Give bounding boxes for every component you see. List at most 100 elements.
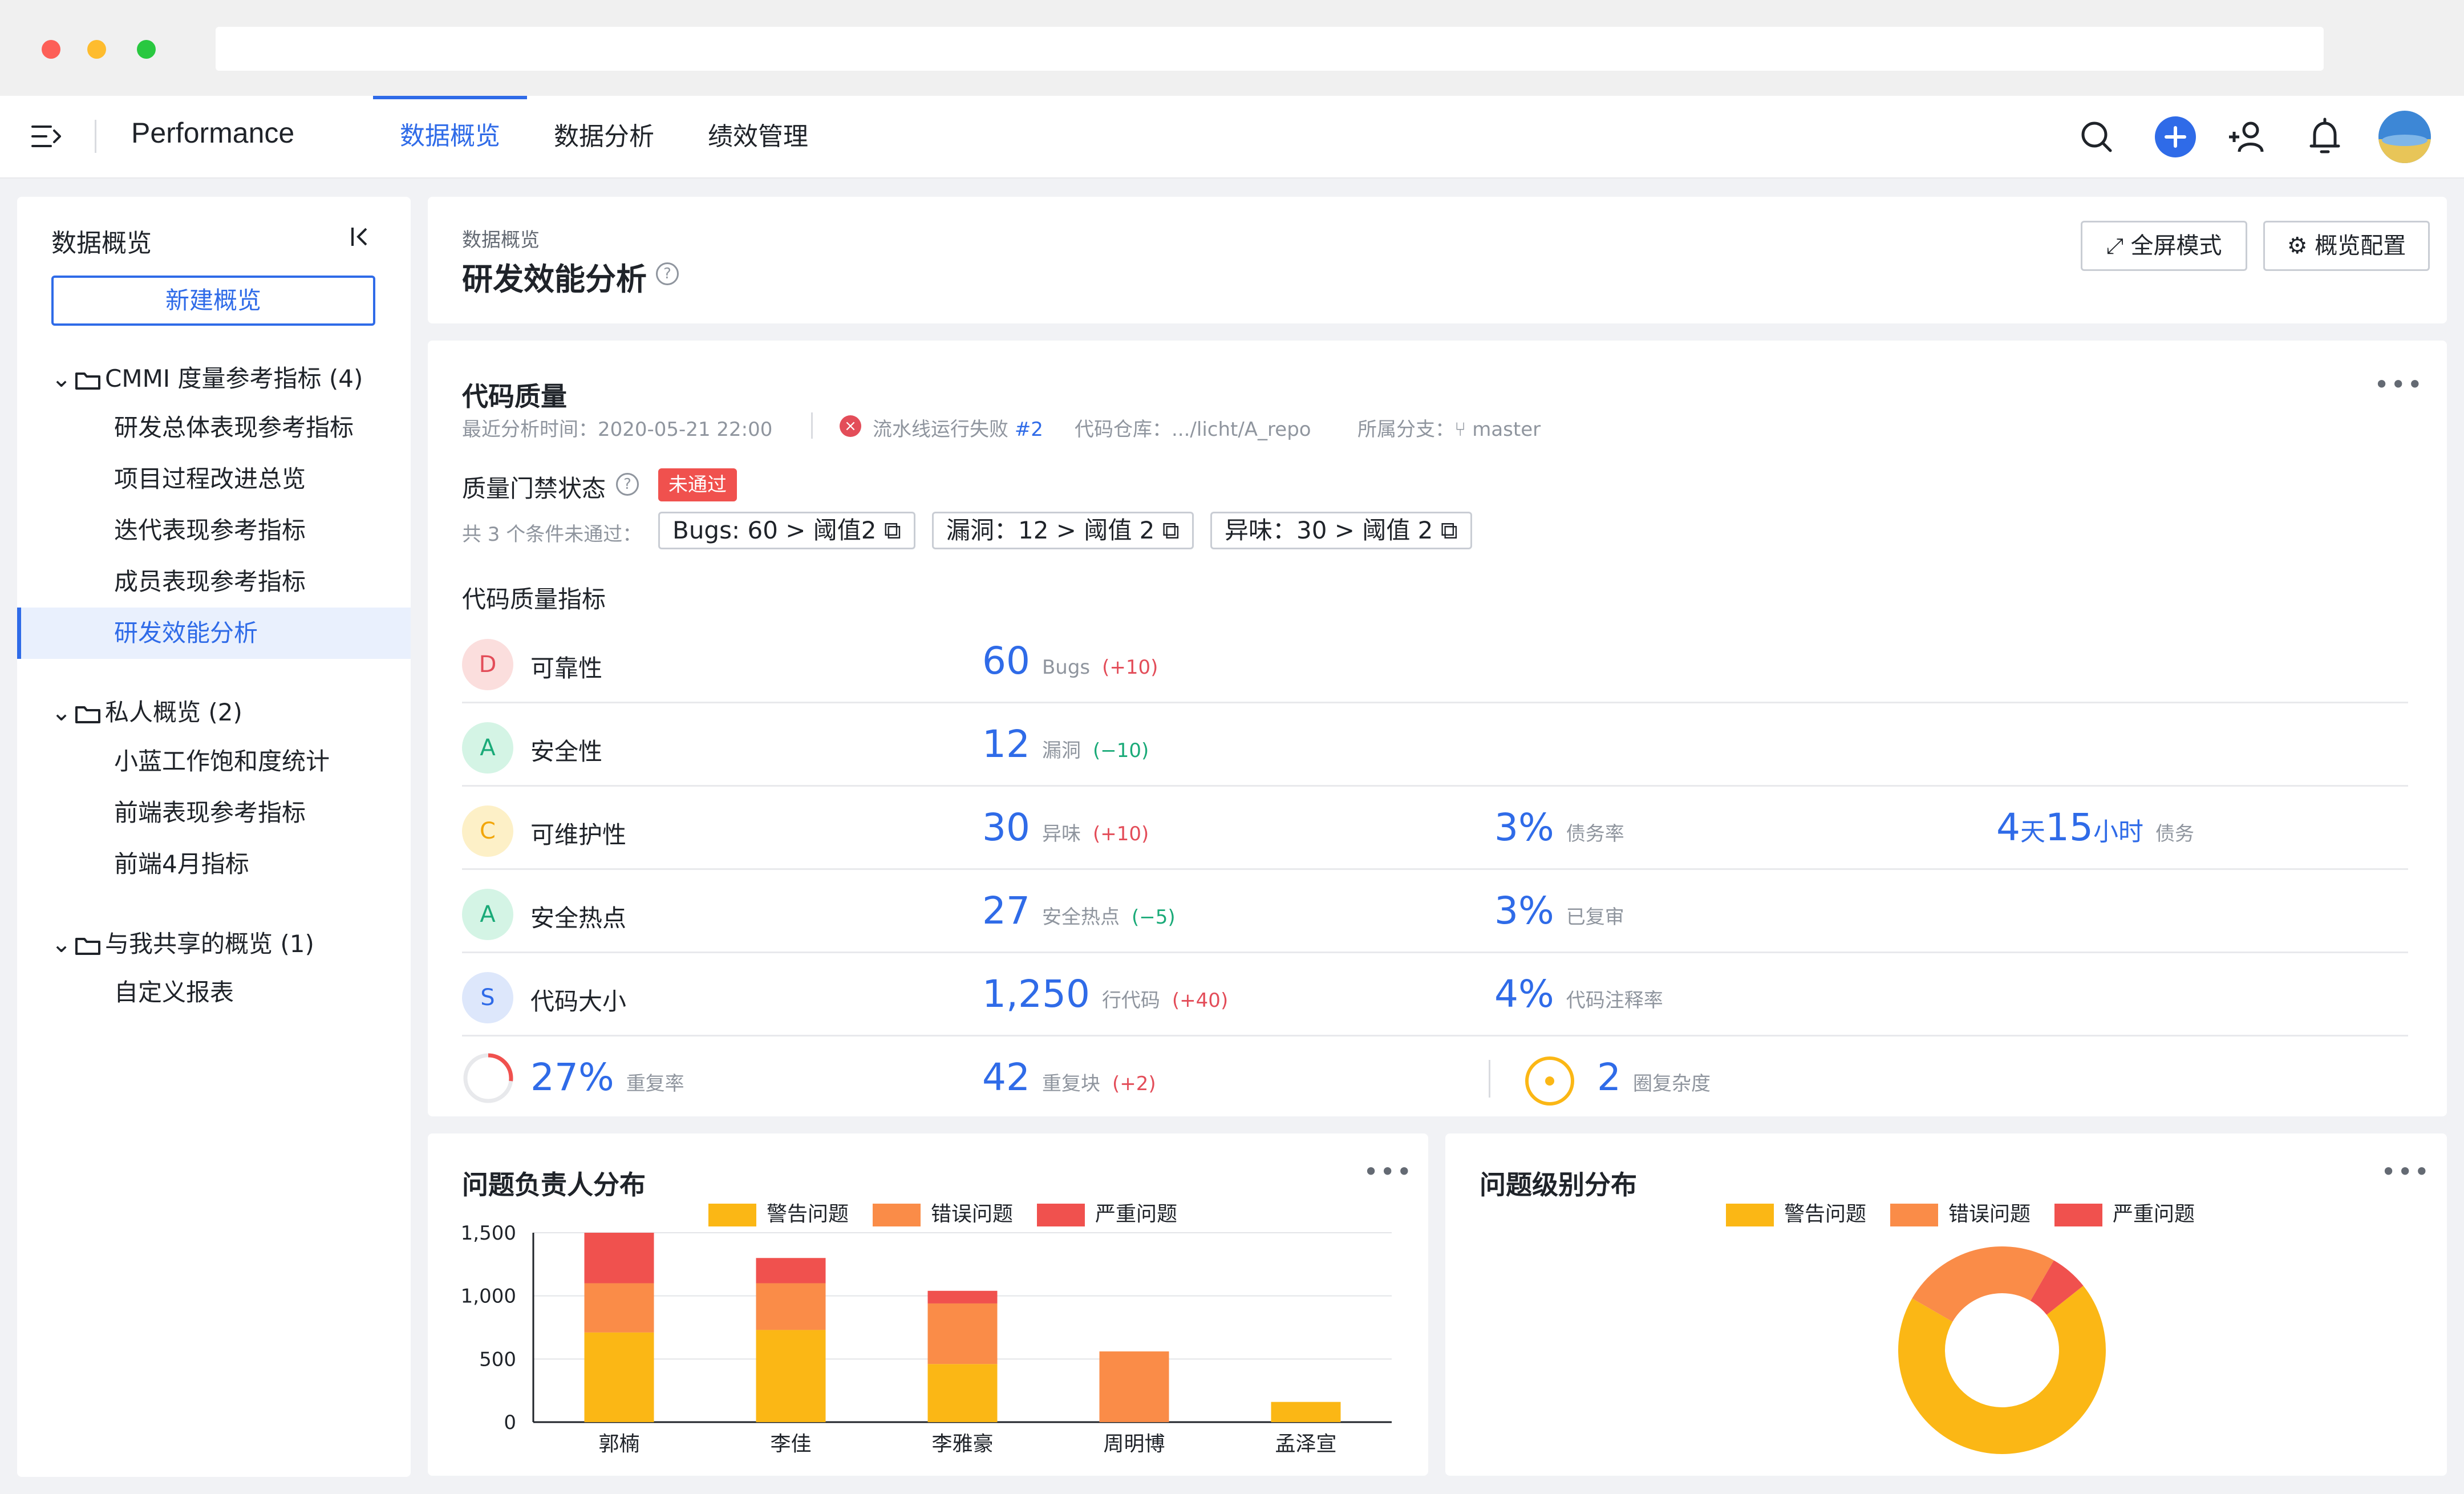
bar-segment[interactable] [584, 1283, 654, 1333]
debt-time[interactable]: 4天15小时 债务 [1996, 805, 2194, 849]
repo-value[interactable]: .../licht/A_repo [1172, 418, 1311, 441]
metric-row-duplication: 27% 重复率 42 重复块 (+2) 2 圈复杂度 [462, 1035, 2408, 1118]
metric-value[interactable]: 12 漏洞 (−10) [982, 722, 1149, 766]
metric-label: 可靠性 [530, 654, 603, 682]
search-icon[interactable] [2074, 114, 2119, 160]
branch-label: 所属分支： [1357, 418, 1454, 441]
metric-label: 代码大小 [530, 987, 627, 1015]
metrics-title: 代码质量指标 [462, 585, 606, 613]
bar-segment[interactable] [584, 1233, 654, 1284]
bell-icon[interactable] [2302, 114, 2348, 160]
bar-segment[interactable] [927, 1303, 998, 1365]
chevron-down-icon: ⌄ [51, 930, 72, 958]
metric-value[interactable]: 1,250 行代码 (+40) [982, 972, 1228, 1016]
reviewed-ratio[interactable]: 3% 已复审 [1494, 889, 1624, 933]
new-overview-button[interactable]: 新建概览 [51, 276, 375, 326]
legend-warning[interactable]: 警告问题 [708, 1197, 849, 1227]
condition-text: 异味：30 > 阈值 2 [1225, 516, 1433, 544]
help-icon[interactable]: ? [656, 262, 679, 285]
collapse-sidebar-icon[interactable] [348, 224, 373, 249]
metric-label: 安全热点 [530, 904, 627, 932]
avatar[interactable] [2377, 110, 2432, 164]
overview-config-button[interactable]: ⚙ 概览配置 [2263, 221, 2430, 271]
bar-segment[interactable] [584, 1332, 654, 1422]
owner-chart-card: 问题负责人分布 ••• 警告问题 错误问题 严重问题 0 500 1,000 1,50… [428, 1133, 1428, 1476]
legend-error[interactable]: 错误问题 [1890, 1197, 2031, 1227]
minimize-window-button[interactable] [87, 40, 106, 59]
condition-chip[interactable]: 异味：30 > 阈值 2 ⧉ [1210, 512, 1472, 549]
more-icon[interactable]: ••• [2381, 1156, 2430, 1187]
metric-unit: 异味 [1041, 823, 1081, 845]
legend-swatch [2054, 1204, 2102, 1226]
breadcrumb: 数据概览 [462, 229, 540, 252]
fullscreen-button[interactable]: ⤢ 全屏模式 [2081, 221, 2247, 271]
legend-swatch [1037, 1204, 1085, 1226]
menu-toggle-icon[interactable] [31, 124, 61, 148]
add-icon[interactable] [2153, 114, 2198, 160]
legend-error[interactable]: 错误问题 [873, 1197, 1013, 1227]
chart-title: 问题负责人分布 [462, 1169, 646, 1200]
comment-ratio[interactable]: 4% 代码注释率 [1494, 972, 1663, 1016]
metric-value[interactable]: 60 Bugs (+10) [982, 639, 1158, 683]
pipeline-status-text: 流水线运行失败 [873, 418, 1008, 441]
sidebar-item[interactable]: 项目过程改进总览 [17, 454, 411, 505]
help-icon[interactable]: ? [616, 473, 639, 496]
donut-slice[interactable] [1912, 1246, 2054, 1322]
grade-badge: A [462, 722, 513, 774]
metric-value[interactable]: 27 安全热点 (−5) [982, 889, 1176, 933]
maximize-window-button[interactable] [137, 40, 156, 59]
more-icon[interactable]: ••• [1363, 1156, 1413, 1187]
tab-performance-management[interactable]: 绩效管理 [681, 96, 835, 177]
x-tick-label: 李雅豪 [931, 1432, 993, 1456]
bar-segment[interactable] [756, 1258, 826, 1284]
y-tick-label: 500 [479, 1348, 516, 1371]
more-icon[interactable]: ••• [2374, 369, 2424, 400]
bar-segment[interactable] [927, 1364, 998, 1422]
donut-slice[interactable] [1898, 1285, 2106, 1454]
sidebar-group-private[interactable]: ⌄ 私人概览 (2) [51, 695, 242, 730]
add-user-icon[interactable] [2224, 114, 2270, 160]
sidebar-group-label: CMMI 度量参考指标 (4) [105, 365, 363, 392]
sidebar-group-shared[interactable]: ⌄ 与我共享的概览 (1) [51, 927, 314, 961]
legend-critical[interactable]: 严重问题 [2054, 1197, 2195, 1227]
condition-chip[interactable]: 漏洞：12 > 阈值 2 ⧉ [932, 512, 1194, 549]
sidebar-item[interactable]: 自定义报表 [17, 967, 411, 1018]
legend-label: 严重问题 [2113, 1203, 2195, 1226]
debt-ratio[interactable]: 3% 债务率 [1494, 805, 1624, 849]
bar-segment[interactable] [1271, 1402, 1341, 1422]
metric-unit: 重复率 [626, 1072, 684, 1095]
metric-unit-day: 天 [2020, 817, 2045, 847]
sidebar-group-cmmi[interactable]: ⌄ CMMI 度量参考指标 (4) [51, 362, 363, 396]
duplication-rate[interactable]: 27% 重复率 [530, 1055, 684, 1099]
sidebar-item[interactable]: 前端4月指标 [17, 839, 411, 890]
sidebar-item-active[interactable]: 研发效能分析 [17, 608, 411, 659]
folder-icon [75, 706, 100, 723]
legend-critical[interactable]: 严重问题 [1037, 1197, 1177, 1227]
metric-label: 可维护性 [530, 821, 627, 849]
metric-unit: Bugs [1041, 656, 1091, 679]
pipeline-link[interactable]: #2 [1015, 418, 1043, 441]
close-window-button[interactable] [42, 40, 60, 59]
tab-data-overview[interactable]: 数据概览 [373, 96, 527, 177]
cyclomatic-complexity[interactable]: 2 圈复杂度 [1597, 1055, 1711, 1099]
sidebar-item[interactable]: 前端表现参考指标 [17, 787, 411, 839]
bar-segment[interactable] [927, 1290, 998, 1303]
duplicate-blocks[interactable]: 42 重复块 (+2) [982, 1055, 1156, 1099]
app-title: Performance [131, 117, 295, 149]
bar-segment[interactable] [756, 1283, 826, 1330]
sidebar-item[interactable]: 研发总体表现参考指标 [17, 402, 411, 454]
bar-segment[interactable] [1099, 1351, 1169, 1422]
metric-value[interactable]: 30 异味 (+10) [982, 805, 1149, 849]
tab-data-analysis[interactable]: 数据分析 [527, 96, 681, 177]
condition-chip[interactable]: Bugs: 60 > 阈值2 ⧉ [658, 512, 915, 549]
grade-badge: D [462, 639, 513, 690]
bar-segment[interactable] [756, 1330, 826, 1422]
metric-number: 27 [982, 889, 1030, 933]
sidebar-item[interactable]: 迭代表现参考指标 [17, 505, 411, 556]
legend-warning[interactable]: 警告问题 [1726, 1197, 1866, 1227]
duplication-ring [463, 1053, 513, 1103]
address-bar[interactable] [216, 27, 2324, 71]
sidebar-item[interactable]: 小蓝工作饱和度统计 [17, 736, 411, 787]
sidebar-item[interactable]: 成员表现参考指标 [17, 556, 411, 608]
pipeline-status: 流水线运行失败 #2 [873, 414, 1043, 442]
